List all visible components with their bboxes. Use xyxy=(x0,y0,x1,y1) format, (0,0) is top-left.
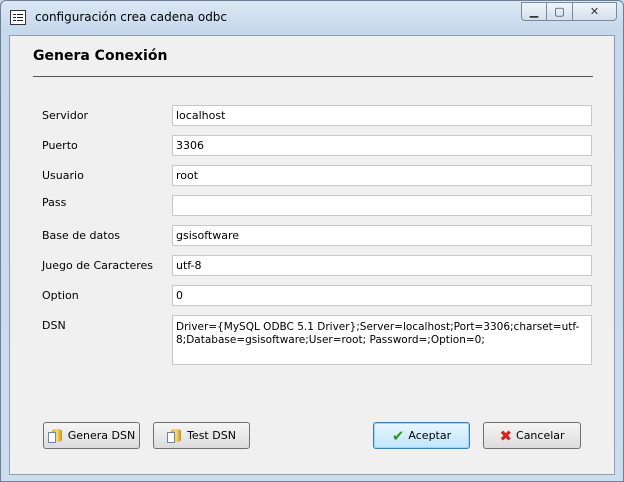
checkmark-icon: ✔ xyxy=(391,426,405,445)
genera-dsn-label: Genera DSN xyxy=(67,429,136,442)
cancelar-button[interactable]: ✖ Cancelar xyxy=(483,422,581,449)
dsn-label: DSN xyxy=(42,319,66,332)
window-title: configuración crea cadena odbc xyxy=(35,10,228,24)
test-dsn-label: Test DSN xyxy=(187,429,236,442)
dsn-textarea[interactable]: Driver={MySQL ODBC 5.1 Driver};Server=lo… xyxy=(172,315,592,365)
option-input[interactable] xyxy=(172,285,592,306)
dialog-body: Genera Conexión Servidor Puerto Usuario … xyxy=(9,35,615,475)
puerto-label: Puerto xyxy=(42,139,78,152)
cancelar-label: Cancelar xyxy=(516,429,565,442)
close-icon: ✕ xyxy=(589,5,600,18)
juego-caracteres-label: Juego de Caracteres xyxy=(42,259,154,272)
genera-dsn-button[interactable]: Genera DSN xyxy=(43,422,140,449)
aceptar-button[interactable]: ✔ Aceptar xyxy=(373,422,470,449)
database-document-icon xyxy=(47,428,64,444)
minimize-button[interactable]: ▁ xyxy=(521,2,547,21)
usuario-input[interactable] xyxy=(172,165,592,186)
base-datos-label: Base de datos xyxy=(42,229,121,242)
test-dsn-button[interactable]: Test DSN xyxy=(153,422,250,449)
red-x-icon: ✖ xyxy=(499,426,513,445)
minimize-icon: ▁ xyxy=(529,5,539,18)
form-heading: Genera Conexión xyxy=(33,48,168,64)
maximize-button[interactable]: ▢ xyxy=(547,2,573,21)
title-bar[interactable]: configuración crea cadena odbc ▁ ▢ ✕ xyxy=(1,1,623,35)
puerto-input[interactable] xyxy=(172,135,592,156)
usuario-label: Usuario xyxy=(42,169,84,182)
dialog-window: configuración crea cadena odbc ▁ ▢ ✕ Gen… xyxy=(0,0,624,482)
heading-divider xyxy=(33,76,593,77)
option-label: Option xyxy=(42,289,79,302)
database-document-icon xyxy=(167,428,183,444)
close-button[interactable]: ✕ xyxy=(573,2,617,21)
pass-label: Pass xyxy=(42,196,67,209)
window-controls: ▁ ▢ ✕ xyxy=(521,2,617,22)
app-window-icon xyxy=(10,10,26,25)
servidor-input[interactable] xyxy=(172,105,592,126)
pass-input[interactable] xyxy=(172,195,592,216)
maximize-icon: ▢ xyxy=(554,5,565,18)
servidor-label: Servidor xyxy=(42,109,89,122)
juego-caracteres-input[interactable] xyxy=(172,255,592,276)
base-datos-input[interactable] xyxy=(172,225,592,246)
aceptar-label: Aceptar xyxy=(408,429,452,442)
